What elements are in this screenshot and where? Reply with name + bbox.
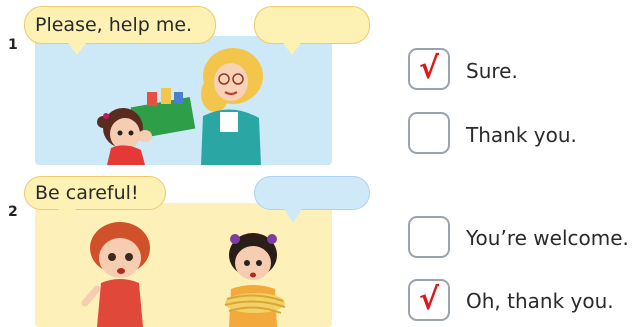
speech-bubble-tail xyxy=(283,43,301,55)
item-number-2: 2 xyxy=(8,204,18,220)
speech-bubble-left-2: Be careful! xyxy=(24,176,166,210)
check-mark-icon: √ xyxy=(418,51,439,86)
checkbox-sure[interactable]: √ xyxy=(408,48,450,90)
item-number-1: 1 xyxy=(8,37,18,53)
checkbox-thank-you[interactable] xyxy=(408,112,450,154)
option-label-sure: Sure. xyxy=(466,59,518,83)
option-label-thank-you: Thank you. xyxy=(466,123,577,147)
check-mark-icon: √ xyxy=(418,282,439,317)
speech-bubble-tail xyxy=(68,43,86,55)
speech-bubble-right-2 xyxy=(254,176,370,210)
speech-bubble-tail xyxy=(58,209,76,221)
speech-bubble-left-1: Please, help me. xyxy=(24,6,216,44)
option-label-youre-welcome: You’re welcome. xyxy=(466,226,629,250)
speech-bubble-tail xyxy=(284,209,302,223)
option-label-oh-thank-you: Oh, thank you. xyxy=(466,289,614,313)
checkbox-oh-thank-you[interactable]: √ xyxy=(408,279,450,321)
scene-help-box-illustration xyxy=(97,48,263,165)
checkbox-youre-welcome[interactable] xyxy=(408,216,450,258)
speech-bubble-right-1 xyxy=(254,6,370,44)
